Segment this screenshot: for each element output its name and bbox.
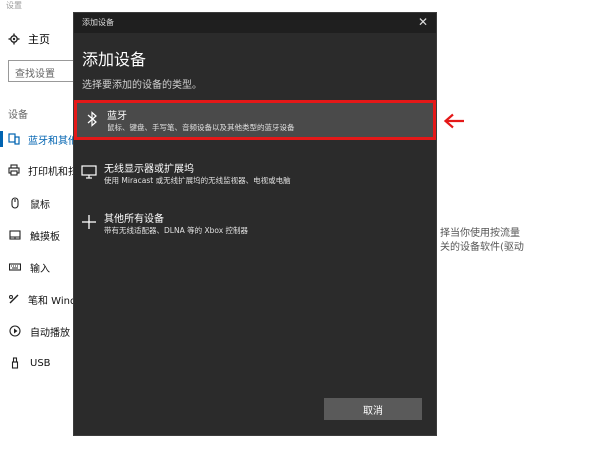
dialog-heading: 添加设备 [82, 50, 147, 69]
close-icon[interactable]: ✕ [418, 15, 428, 29]
nav-item-printers[interactable]: 打印机和扫描仪 [0, 159, 74, 181]
monitor-icon [81, 163, 97, 181]
pen-icon [8, 292, 20, 306]
arrow-left-icon [443, 113, 464, 129]
add-device-dialog: 添加设备 ✕ 添加设备 选择要添加的设备的类型。 蓝牙 鼠标、键盘、手写笔、音频… [73, 12, 437, 436]
autoplay-icon [8, 324, 22, 338]
keyboard-icon [8, 260, 22, 274]
nav-item-bluetooth[interactable]: 蓝牙和其他设备 [0, 128, 74, 150]
settings-window-title: 设置 [6, 1, 22, 10]
search-placeholder: 查找设置 [15, 69, 55, 80]
nav-label: 蓝牙和其他设备 [28, 135, 74, 147]
nav-label: 打印机和扫描仪 [28, 166, 74, 178]
description-text-line1: 择当你使用按流量 [440, 228, 520, 239]
dialog-titlebar: 添加设备 ✕ [74, 13, 436, 33]
bluetooth-devices-icon [8, 132, 20, 146]
section-label-devices: 设备 [8, 110, 28, 121]
gear-icon [8, 33, 20, 45]
nav-label: 笔和 Windows Ink [28, 295, 74, 307]
usb-icon [8, 356, 22, 370]
printer-icon [8, 163, 20, 177]
option-bluetooth[interactable]: 蓝牙 鼠标、键盘、手写笔、音频设备以及其他类型的蓝牙设备 [74, 100, 436, 140]
nav-label: 鼠标 [30, 199, 50, 211]
touchpad-icon [8, 228, 22, 242]
option-title: 其他所有设备 [104, 214, 164, 225]
home-label: 主页 [28, 33, 50, 46]
nav-label: 触摸板 [30, 231, 60, 243]
option-description: 使用 Miracast 或无线扩展坞的无线监视器、电视或电脑 [104, 176, 291, 185]
nav-item-autoplay[interactable]: 自动播放 [0, 320, 74, 342]
nav-item-touchpad[interactable]: 触摸板 [0, 224, 74, 246]
mouse-icon [8, 196, 22, 210]
nav-label: 自动播放 [30, 327, 70, 339]
bluetooth-icon [84, 110, 100, 128]
nav-home[interactable]: 主页 [8, 31, 50, 47]
dialog-subtitle: 选择要添加的设备的类型。 [82, 80, 202, 91]
option-title: 蓝牙 [107, 111, 127, 122]
nav-item-pen[interactable]: 笔和 Windows Ink [0, 288, 74, 310]
nav-label: USB [30, 357, 51, 369]
option-wireless-display[interactable]: 无线显示器或扩展坞 使用 Miracast 或无线扩展坞的无线监视器、电视或电脑 [74, 156, 436, 196]
nav-item-mouse[interactable]: 鼠标 [0, 192, 74, 214]
option-everything-else[interactable]: 其他所有设备 带有无线适配器、DLNA 等的 Xbox 控制器 [74, 206, 436, 246]
option-description: 带有无线适配器、DLNA 等的 Xbox 控制器 [104, 226, 249, 235]
cancel-button[interactable]: 取消 [324, 398, 422, 420]
option-title: 无线显示器或扩展坞 [104, 164, 194, 175]
description-text-line2: 关的设备软件(驱动 [440, 242, 524, 253]
nav-label: 输入 [30, 263, 50, 275]
plus-icon [81, 213, 97, 231]
search-input[interactable]: 查找设置 [8, 60, 78, 82]
nav-item-typing[interactable]: 输入 [0, 256, 74, 278]
option-description: 鼠标、键盘、手写笔、音频设备以及其他类型的蓝牙设备 [107, 123, 295, 132]
dialog-title: 添加设备 [82, 18, 114, 27]
nav-item-usb[interactable]: USB [0, 352, 74, 374]
